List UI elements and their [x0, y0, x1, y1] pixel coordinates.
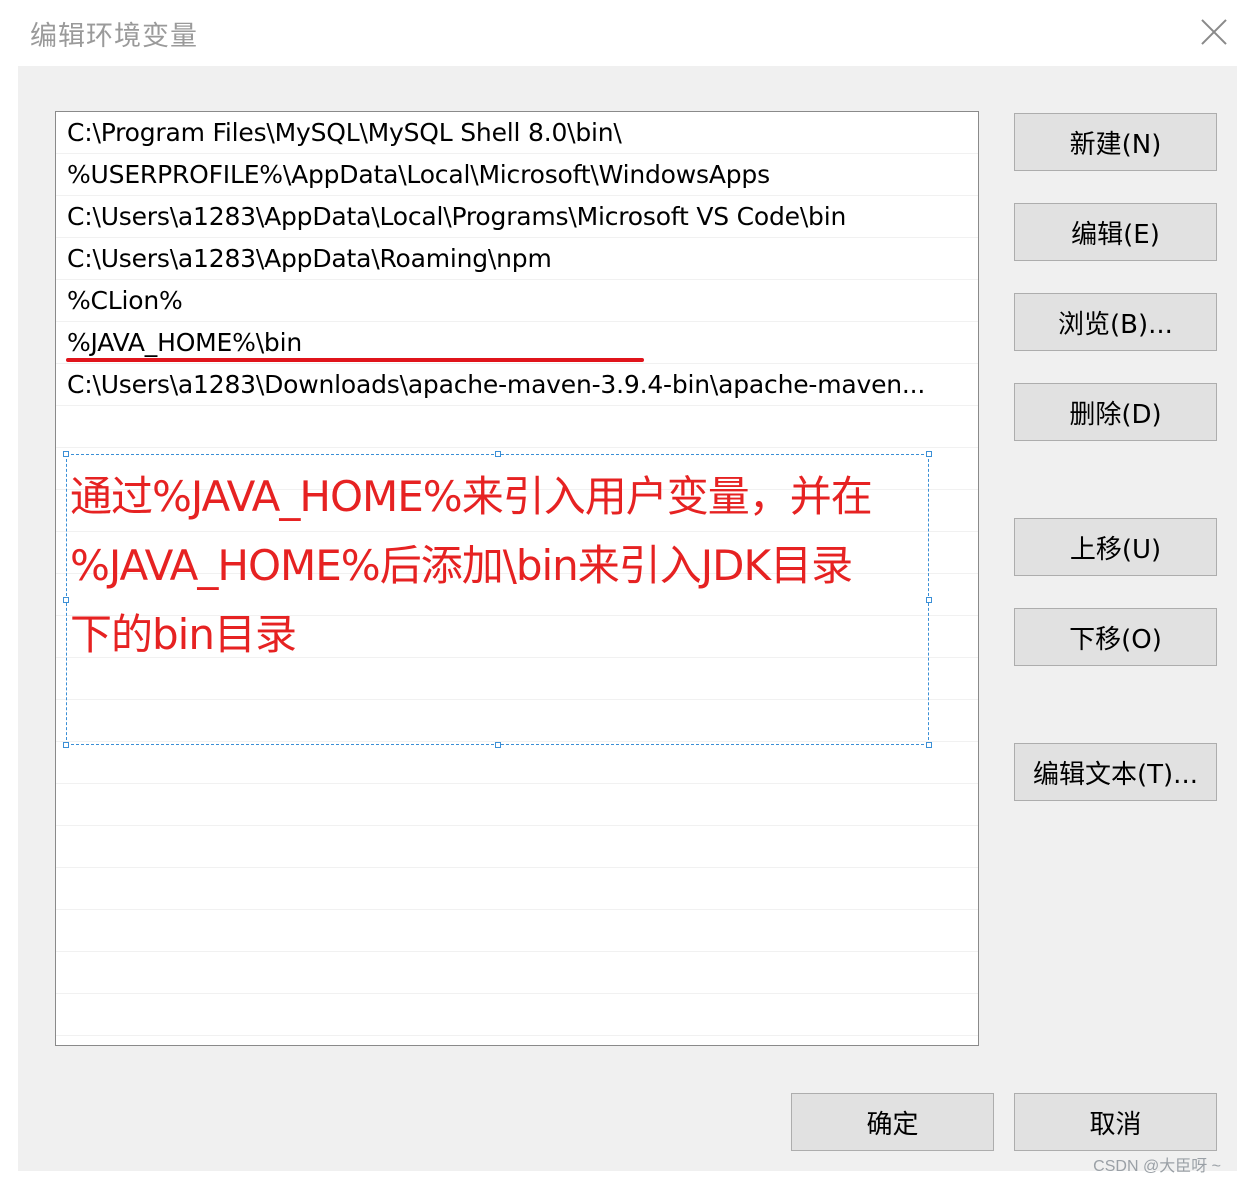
annotation-line: %JAVA_HOME%后添加\bin来引入JDK目录: [70, 541, 853, 590]
list-item-text: C:\Users\a1283\AppData\Local\Programs\Mi…: [67, 202, 847, 231]
annotation-line: 通过%JAVA_HOME%来引入用户变量，并在: [70, 472, 873, 521]
list-item[interactable]: C:\Program Files\MySQL\MySQL Shell 8.0\b…: [56, 112, 978, 154]
cancel-button[interactable]: 取消: [1014, 1093, 1217, 1151]
empty-row[interactable]: [56, 826, 978, 868]
annotation-line: 下的bin目录: [70, 610, 297, 659]
empty-row[interactable]: [56, 910, 978, 952]
list-item[interactable]: %USERPROFILE%\AppData\Local\Microsoft\Wi…: [56, 154, 978, 196]
close-icon[interactable]: [1196, 14, 1232, 50]
ok-button[interactable]: 确定: [791, 1093, 994, 1151]
new-button[interactable]: 新建(N): [1014, 113, 1217, 171]
list-item[interactable]: C:\Users\a1283\AppData\Local\Programs\Mi…: [56, 196, 978, 238]
list-item-text: %JAVA_HOME%\bin: [67, 328, 302, 357]
list-item-text: %CLion%: [67, 286, 183, 315]
empty-row[interactable]: [56, 952, 978, 994]
dialog-title: 编辑环境变量: [30, 21, 198, 52]
move-up-button[interactable]: 上移(U): [1014, 518, 1217, 576]
resize-handle: [926, 451, 932, 457]
annotation-text: 通过%JAVA_HOME%来引入用户变量，并在 %JAVA_HOME%后添加\b…: [70, 462, 930, 669]
browse-button[interactable]: 浏览(B)...: [1014, 293, 1217, 351]
highlight-underline: [66, 358, 644, 362]
empty-row[interactable]: [56, 784, 978, 826]
list-item-text: C:\Users\a1283\Downloads\apache-maven-3.…: [67, 370, 926, 399]
resize-handle: [63, 742, 69, 748]
empty-row[interactable]: [56, 994, 978, 1036]
list-item[interactable]: %CLion%: [56, 280, 978, 322]
list-item-text: %USERPROFILE%\AppData\Local\Microsoft\Wi…: [67, 160, 770, 189]
resize-handle: [63, 597, 69, 603]
resize-handle: [495, 742, 501, 748]
watermark: CSDN @大臣呀 ~: [1093, 1158, 1221, 1175]
resize-handle: [63, 451, 69, 457]
delete-button[interactable]: 删除(D): [1014, 383, 1217, 441]
list-item[interactable]: C:\Users\a1283\Downloads\apache-maven-3.…: [56, 364, 978, 406]
empty-row[interactable]: [56, 406, 978, 448]
list-item[interactable]: C:\Users\a1283\AppData\Roaming\npm: [56, 238, 978, 280]
move-down-button[interactable]: 下移(O): [1014, 608, 1217, 666]
edit-text-button[interactable]: 编辑文本(T)...: [1014, 743, 1217, 801]
empty-row[interactable]: [56, 742, 978, 784]
title-bar: 编辑环境变量: [0, 0, 1237, 66]
list-item-text: C:\Program Files\MySQL\MySQL Shell 8.0\b…: [67, 118, 622, 147]
edit-button[interactable]: 编辑(E): [1014, 203, 1217, 261]
empty-row[interactable]: [56, 868, 978, 910]
resize-handle: [495, 451, 501, 457]
resize-handle: [926, 742, 932, 748]
list-item-text: C:\Users\a1283\AppData\Roaming\npm: [67, 244, 552, 273]
